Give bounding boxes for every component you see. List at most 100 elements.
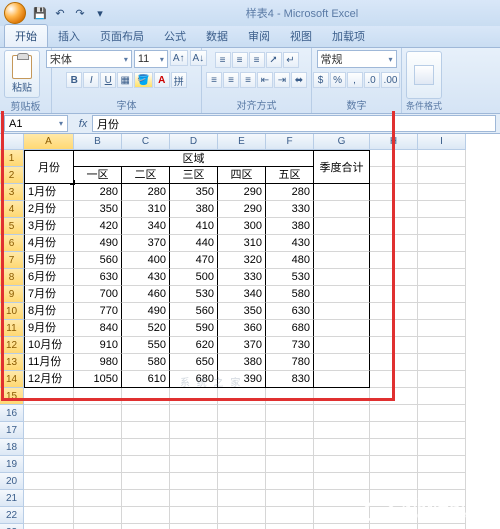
grow-font-button[interactable]: A↑	[170, 50, 188, 66]
column-header[interactable]: H	[370, 134, 418, 150]
cell[interactable]: 12月份	[24, 371, 74, 388]
cell[interactable]	[418, 439, 466, 456]
cell[interactable]: 830	[266, 371, 314, 388]
cell[interactable]: 380	[266, 218, 314, 235]
cell[interactable]	[418, 252, 466, 269]
cell[interactable]: 2月份	[24, 201, 74, 218]
font-size-dropdown[interactable]: 11▾	[134, 50, 168, 68]
cell[interactable]	[122, 456, 170, 473]
increase-decimal-button[interactable]: .0	[364, 72, 380, 88]
cell[interactable]	[218, 405, 266, 422]
cell[interactable]	[418, 218, 466, 235]
cell[interactable]: 430	[122, 269, 170, 286]
column-header[interactable]: G	[314, 134, 370, 150]
cell[interactable]	[218, 524, 266, 529]
cell[interactable]	[370, 269, 418, 286]
row-header[interactable]: 5	[0, 218, 24, 235]
cell[interactable]	[218, 422, 266, 439]
cell[interactable]: 730	[266, 337, 314, 354]
cell[interactable]	[418, 150, 466, 167]
cell[interactable]: 490	[122, 303, 170, 320]
cell[interactable]	[122, 439, 170, 456]
cell[interactable]: 二区	[122, 167, 170, 184]
tab-7[interactable]: 加载项	[322, 25, 375, 47]
cell[interactable]: 300	[218, 218, 266, 235]
cell[interactable]	[418, 371, 466, 388]
cell[interactable]	[370, 303, 418, 320]
cell[interactable]	[24, 388, 74, 405]
cell[interactable]	[122, 507, 170, 524]
cell[interactable]	[370, 422, 418, 439]
cell[interactable]	[122, 405, 170, 422]
qat-dropdown-icon[interactable]: ▾	[92, 5, 108, 21]
row-header[interactable]: 17	[0, 422, 24, 439]
row-header[interactable]: 9	[0, 286, 24, 303]
cell[interactable]	[314, 456, 370, 473]
cell[interactable]	[170, 439, 218, 456]
align-right-button[interactable]: ≡	[240, 72, 256, 88]
cell[interactable]	[314, 524, 370, 529]
cell[interactable]	[314, 184, 370, 201]
cell[interactable]	[74, 473, 122, 490]
bold-button[interactable]: B	[66, 72, 82, 88]
cell[interactable]: 680	[266, 320, 314, 337]
fill-color-button[interactable]: 🪣	[134, 72, 152, 88]
cell[interactable]	[74, 524, 122, 529]
cell[interactable]: 770	[74, 303, 122, 320]
tab-4[interactable]: 数据	[196, 25, 238, 47]
cell[interactable]: 840	[74, 320, 122, 337]
cell[interactable]	[122, 388, 170, 405]
cell[interactable]: 290	[218, 201, 266, 218]
cell[interactable]	[370, 218, 418, 235]
cell[interactable]: 7月份	[24, 286, 74, 303]
cell[interactable]	[122, 473, 170, 490]
cell[interactable]	[74, 422, 122, 439]
cell[interactable]: 三区	[170, 167, 218, 184]
row-header[interactable]: 15	[0, 388, 24, 405]
cell[interactable]	[170, 388, 218, 405]
row-header[interactable]: 21	[0, 490, 24, 507]
cell[interactable]	[74, 456, 122, 473]
cell[interactable]: 580	[266, 286, 314, 303]
cell[interactable]	[418, 167, 466, 184]
column-header[interactable]: F	[266, 134, 314, 150]
row-header[interactable]: 11	[0, 320, 24, 337]
cell[interactable]: 350	[218, 303, 266, 320]
column-header[interactable]: E	[218, 134, 266, 150]
row-header[interactable]: 13	[0, 354, 24, 371]
cell[interactable]: 560	[74, 252, 122, 269]
cell[interactable]	[24, 490, 74, 507]
cell[interactable]	[370, 456, 418, 473]
cell[interactable]: 3月份	[24, 218, 74, 235]
cell[interactable]	[218, 507, 266, 524]
currency-button[interactable]: $	[313, 72, 329, 88]
cell[interactable]: 580	[122, 354, 170, 371]
cell[interactable]: 四区	[218, 167, 266, 184]
cell[interactable]: 560	[170, 303, 218, 320]
save-icon[interactable]: 💾	[32, 5, 48, 21]
cell[interactable]	[218, 439, 266, 456]
fx-icon[interactable]: fx	[74, 118, 92, 130]
column-header[interactable]: A	[24, 134, 74, 150]
conditional-format-button[interactable]	[406, 51, 442, 99]
cell[interactable]	[218, 388, 266, 405]
cell[interactable]: 440	[170, 235, 218, 252]
cell[interactable]	[370, 490, 418, 507]
cell[interactable]	[370, 439, 418, 456]
paste-button[interactable]: 粘贴	[4, 50, 40, 98]
cell[interactable]: 350	[74, 201, 122, 218]
cell[interactable]: 370	[122, 235, 170, 252]
cell[interactable]	[266, 507, 314, 524]
cell[interactable]	[370, 320, 418, 337]
cell[interactable]	[170, 507, 218, 524]
cell[interactable]	[370, 405, 418, 422]
cell[interactable]	[314, 252, 370, 269]
tab-3[interactable]: 公式	[154, 25, 196, 47]
cell[interactable]: 460	[122, 286, 170, 303]
cell[interactable]: 370	[218, 337, 266, 354]
redo-icon[interactable]: ↷	[72, 5, 88, 21]
cell[interactable]	[24, 524, 74, 529]
cell[interactable]	[266, 439, 314, 456]
cell[interactable]	[170, 473, 218, 490]
merge-button[interactable]: ⬌	[291, 72, 307, 88]
